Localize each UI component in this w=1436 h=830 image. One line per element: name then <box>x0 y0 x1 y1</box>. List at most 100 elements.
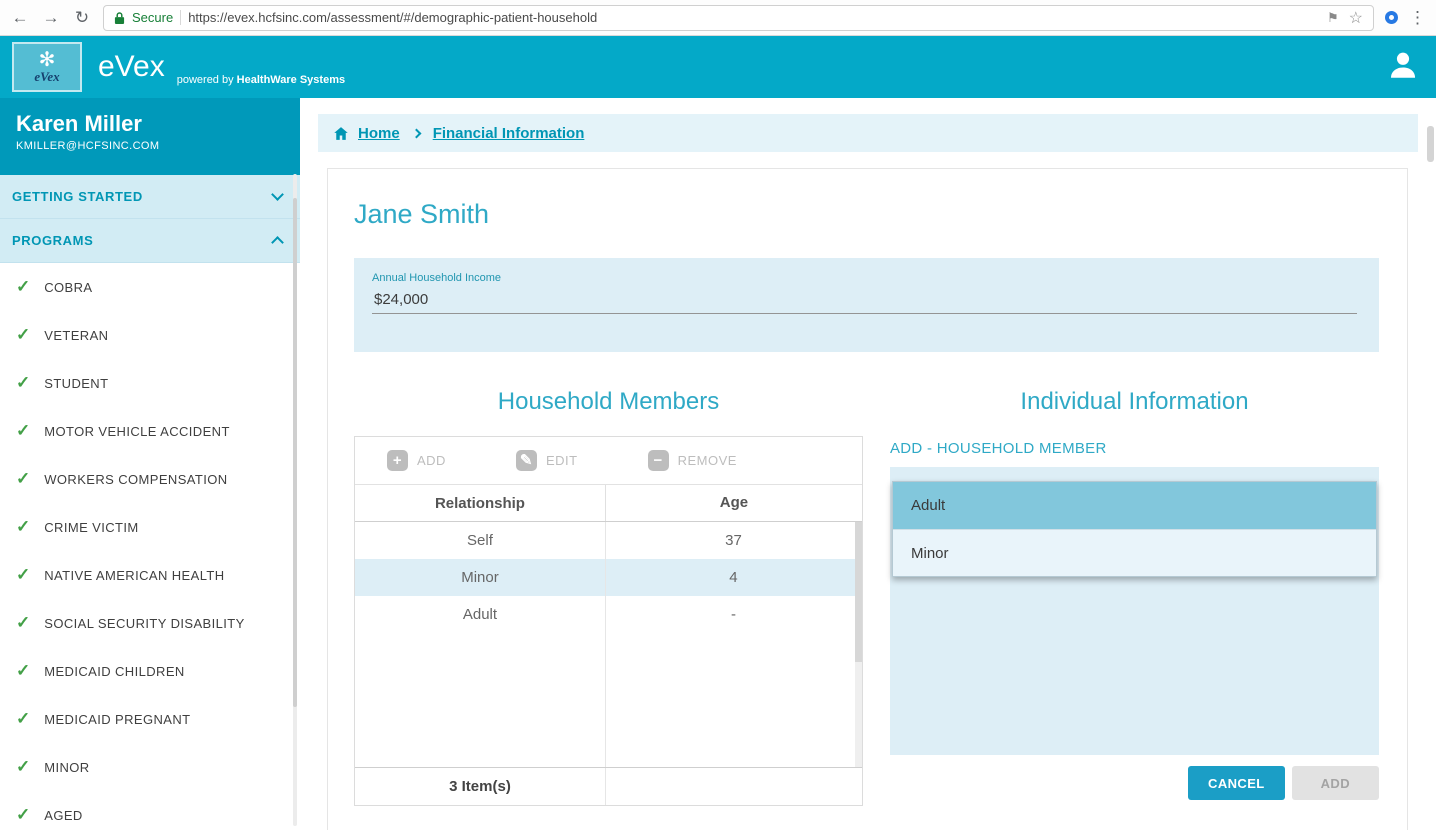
program-label: STUDENT <box>44 375 109 391</box>
table-scrollbar[interactable] <box>855 522 862 767</box>
browser-forward-icon[interactable]: → <box>41 8 61 28</box>
evex-logo: ✻ eVex <box>12 42 82 92</box>
program-list: ✓ COBRA ✓ VETERAN ✓ STUDENT ✓ MOTOR VEHI… <box>0 263 300 830</box>
chevron-right-icon <box>411 128 422 138</box>
remove-member-button[interactable]: − REMOVE <box>647 450 737 471</box>
check-icon: ✓ <box>16 325 31 344</box>
check-icon: ✓ <box>16 565 31 584</box>
household-members-section: Household Members + ADD ✎ EDIT − REMOVE … <box>354 388 863 806</box>
url-text[interactable]: https://evex.hcfsinc.com/assessment/#/de… <box>188 10 597 25</box>
column-header-age[interactable]: Age <box>604 485 862 521</box>
individual-information-title: Individual Information <box>1020 388 1249 415</box>
check-icon: ✓ <box>16 661 31 680</box>
user-icon[interactable] <box>1386 48 1420 87</box>
check-icon: ✓ <box>16 517 31 536</box>
sidebar-scrollbar[interactable] <box>293 174 297 826</box>
sidebar-item-program[interactable]: ✓ VETERAN <box>0 311 300 359</box>
breadcrumb-home-link[interactable]: Home <box>358 125 400 142</box>
program-label: AGED <box>44 807 83 823</box>
check-icon: ✓ <box>16 613 31 632</box>
add-member-button[interactable]: + ADD <box>387 450 446 471</box>
program-label: COBRA <box>44 279 93 295</box>
sidebar-item-program[interactable]: ✓ MINOR <box>0 743 300 791</box>
browser-menu-icon[interactable]: ⋮ <box>1409 8 1426 28</box>
section-label: PROGRAMS <box>12 233 94 248</box>
address-bar[interactable]: Secure https://evex.hcfsinc.com/assessme… <box>103 4 1374 31</box>
member-type-listbox: Adult Minor <box>892 481 1377 577</box>
sidebar-item-program[interactable]: ✓ COBRA <box>0 263 300 311</box>
check-icon: ✓ <box>16 373 31 392</box>
program-label: NATIVE AMERICAN HEALTH <box>44 567 225 583</box>
browser-reload-icon[interactable]: ↻ <box>72 8 92 28</box>
sidebar-item-program[interactable]: ✓ CRIME VICTIM <box>0 503 300 551</box>
sidebar-item-program[interactable]: ✓ NATIVE AMERICAN HEALTH <box>0 551 300 599</box>
sidebar-item-program[interactable]: ✓ WORKERS COMPENSATION <box>0 455 300 503</box>
user-email: KMILLER@HCFSINC.COM <box>16 140 160 152</box>
sidebar-section-getting-started[interactable]: GETTING STARTED <box>0 175 300 219</box>
check-icon: ✓ <box>16 805 31 824</box>
action-buttons: CANCEL ADD <box>890 766 1379 800</box>
sidebar-item-program[interactable]: ✓ STUDENT <box>0 359 300 407</box>
check-icon: ✓ <box>16 469 31 488</box>
user-name: Karen Miller <box>16 111 142 136</box>
snowflake-icon: ✻ <box>38 49 56 71</box>
member-type-option[interactable]: Minor <box>893 529 1376 576</box>
page-title: Jane Smith <box>354 199 490 229</box>
sidebar-item-program[interactable]: ✓ SOCIAL SECURITY DISABILITY <box>0 599 300 647</box>
edit-member-button[interactable]: ✎ EDIT <box>515 450 578 471</box>
section-label: GETTING STARTED <box>12 189 143 204</box>
sidebar-scrollbar-thumb[interactable] <box>293 198 297 707</box>
column-header-relationship[interactable]: Relationship <box>355 495 605 512</box>
minus-icon: − <box>647 450 669 471</box>
income-label: Annual Household Income <box>372 272 502 284</box>
lock-icon <box>114 11 125 25</box>
cell-relationship: Minor <box>461 569 499 586</box>
member-type-option[interactable]: Adult <box>893 482 1376 529</box>
household-members-title: Household Members <box>497 388 720 415</box>
table-row[interactable]: Adult - <box>355 596 862 633</box>
breadcrumb-current-link[interactable]: Financial Information <box>433 125 585 142</box>
income-input[interactable]: $24,000 <box>372 284 1357 314</box>
powered-by-prefix: powered by <box>176 74 234 86</box>
plus-icon: + <box>387 450 408 471</box>
check-icon: ✓ <box>16 421 31 440</box>
browser-profile-icon[interactable] <box>1385 11 1398 24</box>
program-label: VETERAN <box>44 327 109 343</box>
sidebar-item-program[interactable]: ✓ AGED <box>0 791 300 830</box>
page-scrollbar-thumb[interactable] <box>1427 126 1434 162</box>
home-icon[interactable] <box>332 125 350 142</box>
program-label: MEDICAID PREGNANT <box>44 711 191 727</box>
cell-age: - <box>730 606 736 623</box>
household-members-grid: + ADD ✎ EDIT − REMOVE Relationship Age S… <box>354 436 863 806</box>
patient-card: Jane Smith Annual Household Income $24,0… <box>327 168 1408 830</box>
bookmark-star-icon[interactable]: ☆ <box>1349 8 1363 28</box>
sidebar-item-program[interactable]: ✓ MEDICAID PREGNANT <box>0 695 300 743</box>
footer-age-cell <box>604 768 862 805</box>
cell-relationship: Self <box>467 532 493 549</box>
add-button[interactable]: ADD <box>1291 766 1379 800</box>
table-row[interactable]: Minor 4 <box>355 559 862 596</box>
grid-toolbar: + ADD ✎ EDIT − REMOVE <box>355 437 862 485</box>
sidebar-item-program[interactable]: ✓ MOTOR VEHICLE ACCIDENT <box>0 407 300 455</box>
main-content: Home Financial Information Jane Smith An… <box>300 98 1436 830</box>
check-icon: ✓ <box>16 277 31 296</box>
logo-text: eVex <box>34 69 60 84</box>
income-section: Annual Household Income $24,000 <box>354 258 1379 352</box>
flag-icon[interactable]: ⚑ <box>1327 10 1339 26</box>
sidebar-item-program[interactable]: ✓ MEDICAID CHILDREN <box>0 647 300 695</box>
cancel-button[interactable]: CANCEL <box>1188 766 1285 800</box>
table-body: Self 37 Minor 4 Adult - <box>355 522 862 767</box>
address-divider <box>180 10 182 25</box>
table-row[interactable]: Self 37 <box>355 522 862 559</box>
sidebar-section-programs[interactable]: PROGRAMS <box>0 219 300 263</box>
item-count: 3 Item(s) <box>449 778 511 795</box>
table-scrollbar-thumb[interactable] <box>855 522 862 662</box>
program-label: MEDICAID CHILDREN <box>44 663 185 679</box>
add-label: ADD <box>417 453 446 468</box>
table-footer: 3 Item(s) <box>355 767 862 805</box>
column-divider <box>604 522 606 767</box>
browser-back-icon[interactable]: ← <box>10 8 30 28</box>
cell-age: 4 <box>729 569 738 586</box>
page-scrollbar[interactable] <box>1424 98 1436 830</box>
check-icon: ✓ <box>16 757 31 776</box>
